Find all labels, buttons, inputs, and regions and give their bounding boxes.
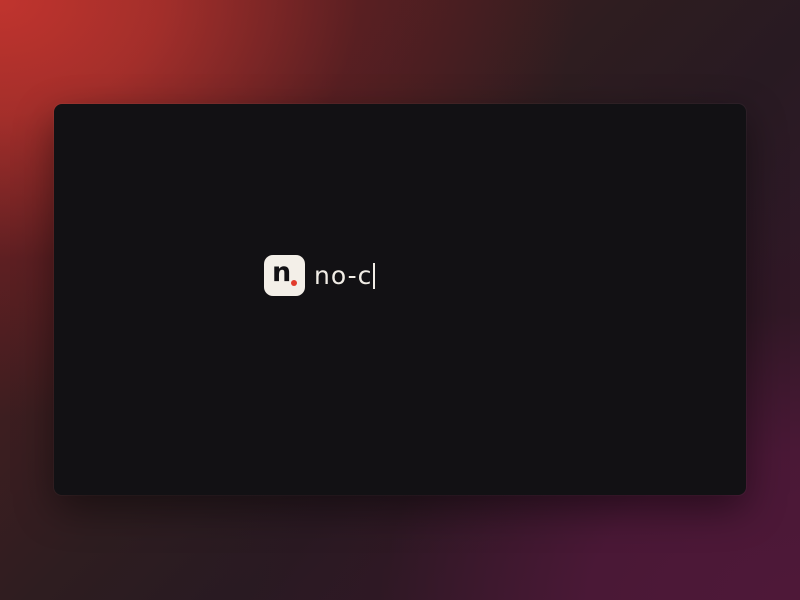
logo-dot [291,280,297,286]
typed-text: no-c [314,260,373,290]
text-cursor [373,262,376,289]
splash-title: n no-c [264,255,376,296]
n-logo-icon: n [264,255,305,296]
typed-title: no-c [314,255,376,296]
logo-letter: n [272,257,292,288]
app-window: n no-c [54,104,746,495]
